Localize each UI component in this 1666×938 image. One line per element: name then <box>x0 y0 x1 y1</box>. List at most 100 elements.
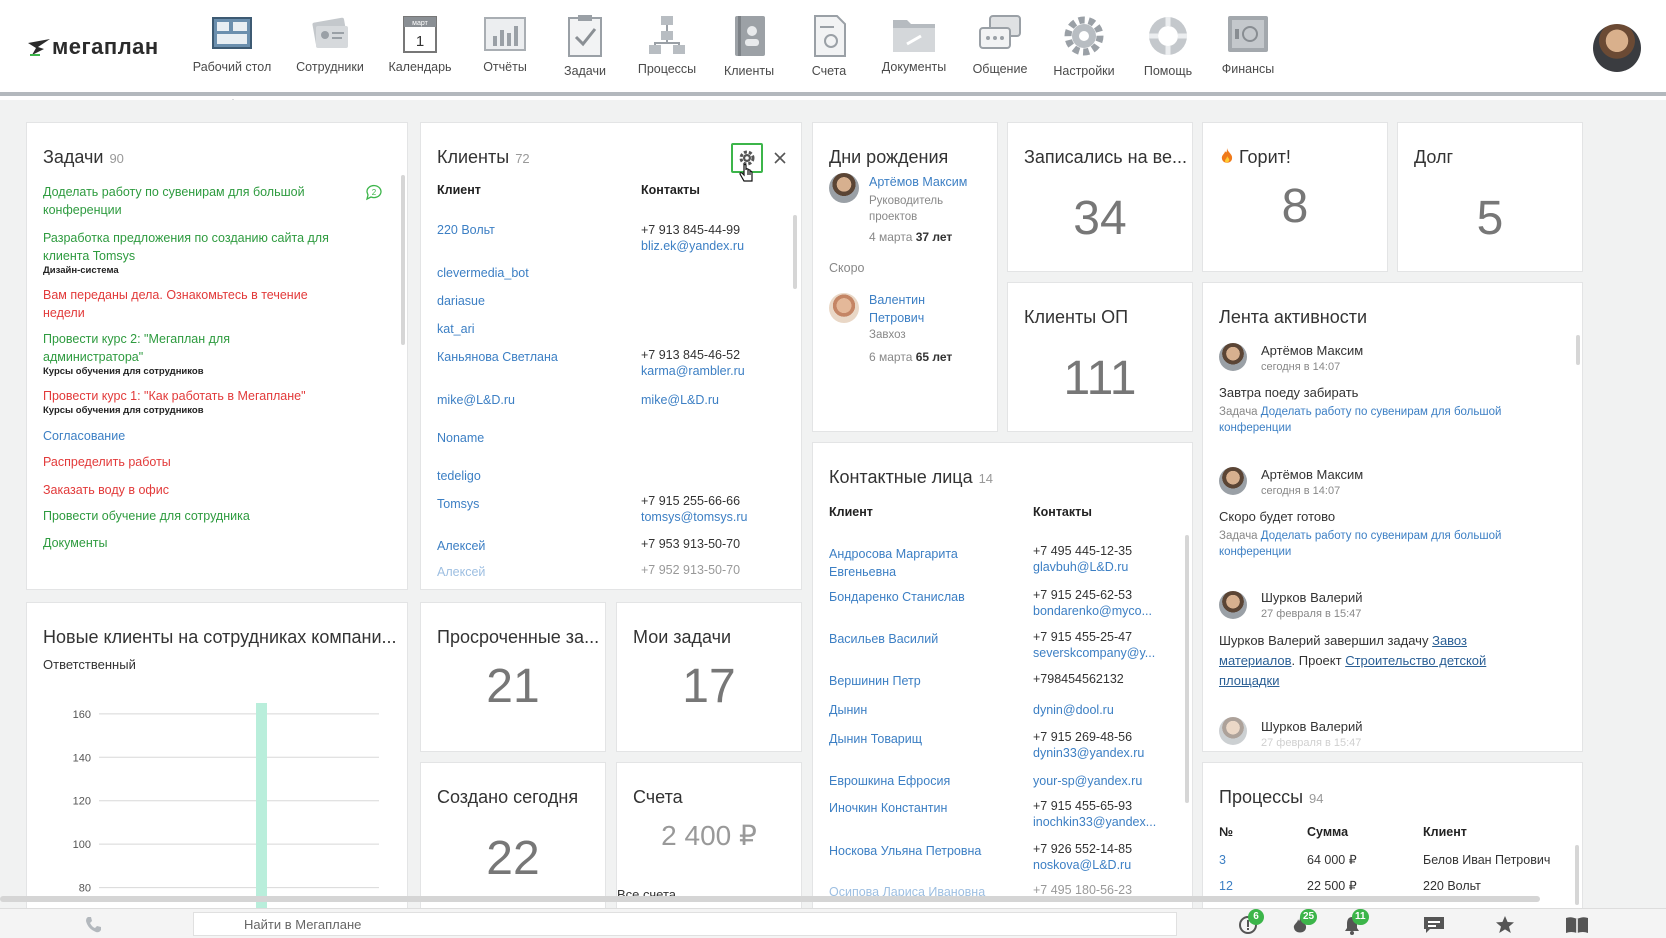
contact-email-link[interactable]: noskova@L&D.ru <box>1033 857 1131 873</box>
contact-name-link[interactable]: Вершинин Петр <box>829 673 921 689</box>
client-name-link[interactable]: Noname <box>437 430 484 446</box>
contact-name-link[interactable]: Еврошкина Ефросия <box>829 773 950 789</box>
avatar[interactable] <box>1219 591 1247 619</box>
comment-icon[interactable]: 2 <box>365 183 383 201</box>
avatar[interactable] <box>829 173 859 203</box>
feed-author[interactable]: Шурков Валерий <box>1261 590 1363 605</box>
task-item[interactable]: Документы <box>43 534 333 552</box>
feed-time: сегодня в 14:07 <box>1261 485 1341 497</box>
message-icon[interactable] <box>1423 916 1445 934</box>
burning-card[interactable]: Горит! 8 <box>1202 122 1388 272</box>
task-item[interactable]: Разработка предложения по созданию сайта… <box>43 229 333 277</box>
close-icon[interactable] <box>773 151 787 165</box>
client-name-link[interactable]: Каньянова Светлана <box>437 349 558 365</box>
contact-email-link[interactable]: bondarenko@myco... <box>1033 603 1152 619</box>
horizontal-scrollbar[interactable] <box>0 896 1540 902</box>
contact-name-link[interactable]: Бондаренко Станислав <box>829 589 965 605</box>
contact-name-link[interactable]: Дынин Товарищ <box>829 731 922 747</box>
client-email-link[interactable]: mike@L&D.ru <box>641 392 719 408</box>
scrollbar[interactable] <box>401 175 405 345</box>
contact-email-link[interactable]: inochkin33@yandex... <box>1033 814 1156 830</box>
contact-name-link[interactable]: Васильев Василий <box>829 631 938 647</box>
nav-finance[interactable]: Финансы <box>1203 14 1293 76</box>
contact-email-link[interactable]: severskcompany@y... <box>1033 645 1155 661</box>
column-header: Контакты <box>1033 505 1092 519</box>
scrollbar[interactable] <box>1575 845 1579 905</box>
task-item[interactable]: Вам переданы дела. Ознакомьтесь в течени… <box>43 286 333 322</box>
task-item[interactable]: Провести курс 1: "Как работать в Мегапла… <box>43 387 333 417</box>
chart-bar[interactable] <box>256 703 267 912</box>
client-name-link[interactable]: Tomsys <box>437 496 479 512</box>
webinar-card[interactable]: Записались на ве... 34 <box>1007 122 1193 272</box>
client-email-link[interactable]: tomsys@tomsys.ru <box>641 509 747 525</box>
task-item[interactable]: Согласование <box>43 427 333 445</box>
feed-author[interactable]: Артёмов Максим <box>1261 343 1363 358</box>
contact-name-link[interactable]: Носкова Ульяна Петровна <box>829 843 981 859</box>
search-box[interactable]: Найти в Мегаплане <box>193 912 1177 936</box>
avatar[interactable] <box>1219 467 1247 495</box>
person-name-link[interactable]: Валентин Петрович <box>869 291 979 327</box>
client-name-link[interactable]: 220 Вольт <box>437 222 495 238</box>
alerts-button[interactable]: 6 <box>1238 909 1264 937</box>
notifications-button[interactable]: 11 <box>1342 909 1369 937</box>
client-email-link[interactable]: karma@rambler.ru <box>641 363 745 379</box>
avatar[interactable] <box>1219 343 1247 371</box>
task-item[interactable]: Доделать работу по сувенирам для большой… <box>43 183 333 219</box>
nav-documents[interactable]: Документы <box>869 14 959 74</box>
hot-button[interactable]: 25 <box>1290 909 1318 937</box>
client-name-link[interactable]: mike@L&D.ru <box>437 392 515 408</box>
contact-name-link[interactable]: Андросова Маргарита Евгеньевна <box>829 545 1019 581</box>
logo[interactable]: мегаплан <box>28 34 159 60</box>
phone-icon[interactable] <box>84 916 102 934</box>
client-name-link[interactable]: kat_ari <box>437 321 475 337</box>
contact-email-link[interactable]: your-sp@yandex.ru <box>1033 773 1142 789</box>
created-today-card[interactable]: Создано сегодня 22 <box>420 762 606 912</box>
client-name-link[interactable]: Алексей <box>437 538 485 554</box>
scrollbar[interactable] <box>1185 535 1189 803</box>
client-name-link[interactable]: tedeligo <box>437 468 481 484</box>
nav-calendar[interactable]: март 1 Календарь <box>375 14 465 74</box>
nav-tasks[interactable]: Задачи <box>540 14 630 78</box>
person-name-link[interactable]: Артёмов Максим <box>869 175 967 189</box>
my-tasks-card[interactable]: Мои задачи 17 <box>616 602 802 752</box>
task-link[interactable]: Доделать работу по сувенирам для большой… <box>1219 406 1501 434</box>
nav-clients[interactable]: Клиенты <box>704 14 794 78</box>
nav-communication[interactable]: Общение <box>955 14 1045 76</box>
contact-name-link[interactable]: Иночкин Константин <box>829 800 947 816</box>
user-avatar[interactable] <box>1593 24 1641 72</box>
task-link[interactable]: Доделать работу по сувенирам для большой… <box>1219 530 1501 558</box>
nav-invoices[interactable]: Счета <box>784 14 874 78</box>
task-item[interactable]: Провести обучение для сотрудника <box>43 507 333 525</box>
clients-op-card[interactable]: Клиенты ОП 111 <box>1007 282 1193 432</box>
nav-help[interactable]: Помощь <box>1123 14 1213 78</box>
book-icon[interactable] <box>1565 916 1589 934</box>
process-number-link[interactable]: 12 <box>1219 878 1233 894</box>
feed-author[interactable]: Артёмов Максим <box>1261 467 1363 482</box>
invoices-card[interactable]: Счета 2 400 ₽ Все счета <box>616 762 802 912</box>
client-email-link[interactable]: bliz.ek@yandex.ru <box>641 238 744 254</box>
client-name-link[interactable]: Алексей <box>437 564 485 580</box>
nav-desktop[interactable]: Рабочий стол <box>187 14 277 105</box>
process-number-link[interactable]: 3 <box>1219 852 1226 868</box>
contact-name-link[interactable]: Дынин <box>829 702 867 718</box>
debt-card[interactable]: Долг 5 <box>1397 122 1583 272</box>
avatar[interactable] <box>1219 717 1247 745</box>
client-name-link[interactable]: clevermedia_bot <box>437 265 529 281</box>
nav-reports[interactable]: Отчёты <box>460 14 550 74</box>
nav-processes[interactable]: Процессы <box>622 14 712 76</box>
nav-settings[interactable]: Настройки <box>1039 14 1129 78</box>
avatar[interactable] <box>829 293 859 323</box>
scrollbar[interactable] <box>793 215 797 289</box>
task-item[interactable]: Заказать воду в офис <box>43 481 333 499</box>
nav-employees[interactable]: Сотрудники <box>285 14 375 74</box>
task-item[interactable]: Распределить работы <box>43 453 333 471</box>
contact-email-link[interactable]: dynin@dool.ru <box>1033 702 1114 718</box>
contact-email-link[interactable]: dynin33@yandex.ru <box>1033 745 1144 761</box>
scrollbar[interactable] <box>1576 335 1580 365</box>
star-icon[interactable] <box>1495 915 1515 935</box>
feed-author[interactable]: Шурков Валерий <box>1261 719 1363 734</box>
task-item[interactable]: Провести курс 2: "Мегаплан для администр… <box>43 330 333 378</box>
client-name-link[interactable]: dariasue <box>437 293 485 309</box>
overdue-card[interactable]: Просроченные за... 21 <box>420 602 606 752</box>
contact-email-link[interactable]: glavbuh@L&D.ru <box>1033 559 1128 575</box>
